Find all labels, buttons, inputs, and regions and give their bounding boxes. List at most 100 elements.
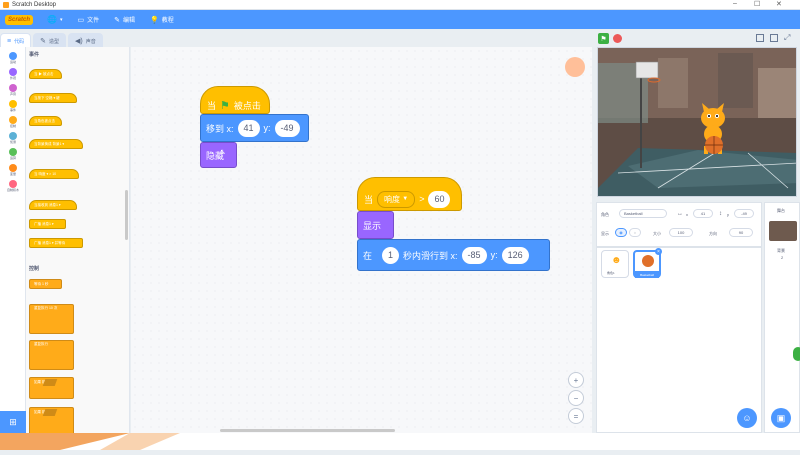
- sprite-size-input[interactable]: 100: [669, 228, 693, 237]
- palette-block-when-receive[interactable]: 当接收到 消息1 ▾: [29, 200, 77, 210]
- palette-block-if-else[interactable]: 如果 那么: [29, 407, 74, 433]
- glide-x-input[interactable]: -85: [461, 246, 487, 264]
- show-visible-toggle[interactable]: ◉: [615, 228, 627, 237]
- glide-secs-input[interactable]: 1: [382, 246, 400, 264]
- palette-block-when-sprite-clicked[interactable]: 当角色被点击: [29, 116, 62, 126]
- basketball-court-backdrop: [598, 48, 796, 196]
- category-1[interactable]: 外观: [0, 67, 26, 82]
- show-hidden-toggle[interactable]: ◌: [629, 228, 641, 237]
- edit-menu[interactable]: ✎ 编辑: [114, 15, 135, 25]
- category-8[interactable]: 自制积木: [0, 179, 26, 194]
- category-2[interactable]: 声音: [0, 83, 26, 98]
- hide-block[interactable]: 隐藏 ↖: [200, 142, 237, 168]
- threshold-input[interactable]: 60: [428, 190, 451, 208]
- stop-button[interactable]: [613, 34, 622, 43]
- add-extension-button[interactable]: ⊞: [0, 411, 26, 433]
- palette-block-when-backdrop-switches[interactable]: 当背景换成 背景1 ▾: [29, 139, 83, 149]
- palette-block-repeat-label: 重复执行 10 次: [34, 306, 58, 310]
- speaker-icon: ◀): [75, 38, 83, 45]
- direction-label: 方向: [709, 231, 717, 236]
- category-dot: [9, 84, 17, 92]
- tutorials-menu[interactable]: 💡 教程: [150, 15, 174, 25]
- show-block[interactable]: 显示: [357, 211, 394, 239]
- scratch-logo[interactable]: Scratch: [5, 14, 34, 25]
- palette-block-broadcast-and-wait[interactable]: 广播 消息1 ▾ 并等待: [29, 238, 83, 248]
- category-5[interactable]: 侦测: [0, 131, 26, 146]
- tab-code[interactable]: ≡ 代码: [0, 33, 32, 48]
- sprite-thumb-cat[interactable]: ☻ 角色1: [601, 250, 629, 278]
- glide-to-xy-block[interactable]: 在 1 秒内滑行到 x: -85 y: 126: [357, 239, 550, 271]
- category-3[interactable]: 事件: [0, 99, 26, 114]
- green-flag-button[interactable]: ⚑: [598, 33, 609, 44]
- goto-x-input[interactable]: 41: [237, 119, 260, 137]
- category-7[interactable]: 变量: [0, 163, 26, 178]
- glide-y-input[interactable]: 126: [501, 246, 529, 264]
- basketball-icon: [642, 255, 654, 267]
- block-palette: 事件 当 ▶ 被点击 当按下 空格 ▾ 键 当角色被点击 当背景换成 背景1 ▾…: [26, 47, 130, 433]
- sprite-info-panel: 角色 Basketball ↔ x 41 ↕ y -49 显示 ◉ ◌ 大小 1…: [596, 202, 762, 247]
- category-6[interactable]: 运算: [0, 147, 26, 162]
- y-label: y: [727, 212, 729, 217]
- editor-tabs: ≡ 代码 ✎ 造型 ◀) 声音: [0, 33, 105, 48]
- sprite-thumb-basketball[interactable]: Basketball ×: [633, 248, 662, 278]
- goto-y-input[interactable]: -49: [274, 119, 300, 137]
- palette-block-when-key-pressed[interactable]: 当按下 空格 ▾ 键: [29, 93, 77, 103]
- sprite-x-input[interactable]: 41: [693, 209, 713, 218]
- window-titlebar: Scratch Desktop – ☐ ✕: [0, 0, 800, 10]
- file-menu[interactable]: ▭ 文件: [78, 15, 100, 25]
- sprite-indicator: [565, 57, 585, 77]
- when-loudness-greater-block[interactable]: 当 响度 ▼ > 60: [357, 177, 462, 211]
- category-label: 自制积木: [6, 188, 19, 192]
- palette-block-when-flag-clicked[interactable]: 当 ▶ 被点击: [29, 69, 62, 79]
- sprite-direction-input[interactable]: 90: [729, 228, 753, 237]
- large-stage-button[interactable]: [770, 34, 778, 42]
- palette-block-if[interactable]: 如果 那么: [29, 377, 74, 399]
- stage-selector[interactable]: 舞台 背景 2: [764, 202, 800, 433]
- sprite-list: ☻ 角色1 Basketball ×: [596, 247, 762, 433]
- backdrop-thumbnail: [769, 221, 797, 241]
- palette-scrollbar[interactable]: [125, 190, 128, 240]
- hat-clicked-label: 被点击: [233, 100, 261, 111]
- category-label: 变量: [9, 172, 16, 176]
- zoom-reset-button[interactable]: =: [568, 408, 584, 424]
- palette-block-when-loudness[interactable]: 当 响度 ▾ > 10: [29, 169, 79, 179]
- category-label: 声音: [9, 92, 16, 96]
- zoom-in-button[interactable]: +: [568, 372, 584, 388]
- fullscreen-icon[interactable]: ⤢: [784, 33, 790, 43]
- tab-sounds[interactable]: ◀) 声音: [68, 33, 103, 48]
- small-stage-button[interactable]: [756, 34, 764, 42]
- sensor-dropdown[interactable]: 响度 ▼: [377, 190, 416, 208]
- add-backdrop-button[interactable]: ▣: [771, 408, 791, 428]
- palette-block-forever[interactable]: 重复执行: [29, 340, 74, 370]
- sprite-name-input[interactable]: Basketball: [619, 209, 667, 218]
- palette-block-repeat[interactable]: 重复执行 10 次: [29, 304, 74, 334]
- add-sprite-button[interactable]: ☺: [737, 408, 757, 428]
- sprite-y-input[interactable]: -49: [734, 209, 754, 218]
- cat-add-icon: ☺: [742, 413, 752, 423]
- palette-block-broadcast[interactable]: 广播 消息1 ▾: [29, 219, 66, 229]
- language-menu[interactable]: 🌐 ▾: [47, 15, 62, 24]
- sensor-option: 响度: [384, 194, 401, 204]
- go-to-xy-block[interactable]: 移到 x: 41 y: -49: [200, 114, 309, 142]
- category-0[interactable]: 运动: [0, 51, 26, 66]
- extension-icon: ⊞: [9, 416, 17, 427]
- stage-canvas[interactable]: [597, 47, 797, 197]
- category-4[interactable]: 控制: [0, 115, 26, 130]
- boolean-slot: [42, 379, 58, 386]
- tab-costumes[interactable]: ✎ 造型: [33, 33, 66, 48]
- code-horizontal-scrollbar[interactable]: [220, 429, 395, 432]
- code-icon: ≡: [7, 37, 12, 45]
- palette-block-wait[interactable]: 等待 1 秒: [29, 279, 62, 289]
- category-label: 控制: [9, 124, 16, 128]
- side-handle[interactable]: [793, 347, 800, 361]
- minimize-button[interactable]: –: [733, 0, 737, 7]
- zoom-out-button[interactable]: −: [568, 390, 584, 406]
- brush-icon: ✎: [40, 38, 46, 45]
- cat-icon: ☻: [611, 255, 622, 266]
- maximize-button[interactable]: ☐: [754, 0, 760, 8]
- y-arrows-icon: ↕: [719, 211, 722, 217]
- close-button[interactable]: ✕: [776, 0, 782, 8]
- category-dot: [9, 132, 17, 140]
- when-flag-clicked-block[interactable]: 当 ⚑ 被点击: [200, 86, 270, 114]
- delete-sprite-button[interactable]: ×: [655, 248, 662, 255]
